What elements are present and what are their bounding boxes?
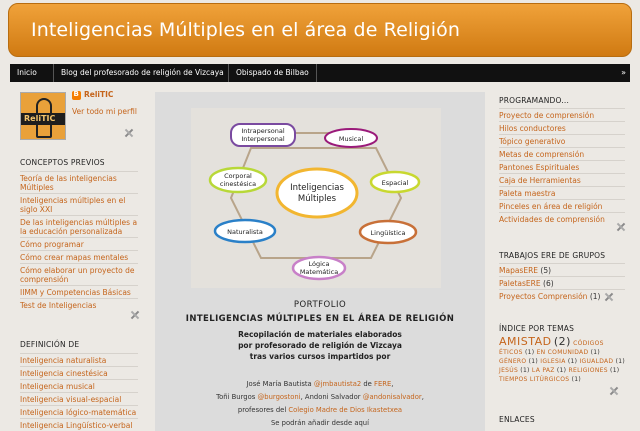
list-item[interactable]: De las inteligencias múltiples a la educ… [20, 215, 138, 237]
tag-en-comunidad[interactable]: EN COMUNIDAD [537, 349, 589, 356]
tag-cloud: AMISTAD (2) CÓDIGOS ÉTICOS (1) EN COMUNI… [499, 335, 625, 383]
blogger-icon [72, 90, 81, 100]
profile-logo[interactable]: ReliTIC [20, 92, 66, 140]
logo-text: ReliTIC [24, 114, 56, 123]
svg-text:Espacial: Espacial [382, 179, 409, 187]
list-item[interactable]: Inteligencia naturalista [20, 353, 138, 366]
fere-link[interactable]: FERE [374, 380, 391, 388]
list-item[interactable]: Inteligencia musical [20, 379, 138, 392]
node-espacial: Espacial [369, 170, 421, 194]
list-item[interactable]: Cómo elaborar un proyecto de comprensión [20, 263, 138, 285]
list-item[interactable]: Actividades de comprensión [499, 212, 625, 225]
svg-text:Múltiples: Múltiples [298, 194, 337, 204]
tag-jesus[interactable]: JESÚS [499, 367, 518, 374]
svg-text:Musical: Musical [339, 135, 363, 143]
svg-text:Inteligencias: Inteligencias [290, 183, 344, 193]
tag-tiempos-liturgicos[interactable]: TIEMPOS LITÚRGICOS [499, 376, 569, 383]
svg-text:Corporal: Corporal [224, 172, 252, 180]
section-title-enlaces: ENLACES [499, 415, 535, 424]
main-post: Intrapersonal Interpersonal Musical Corp… [155, 92, 485, 431]
blog-header: Inteligencias Múltiples en el área de Re… [8, 3, 632, 57]
blog-title[interactable]: Inteligencias Múltiples en el área de Re… [31, 19, 460, 41]
edit-tool-icon[interactable] [616, 222, 626, 232]
twitter-link[interactable]: @jmbautista2 [314, 380, 361, 388]
school-link[interactable]: Colegio Madre de Dios Ikastetxea [288, 406, 402, 414]
list-item[interactable]: Tópico generativo [499, 134, 625, 147]
svg-text:Naturalista: Naturalista [227, 228, 263, 236]
section-title-trabajos: TRABAJOS ERE DE GRUPOS [499, 251, 606, 260]
edit-tool-icon[interactable] [609, 386, 619, 396]
node-corporal: Corporal cinestésica [208, 166, 268, 194]
section-title-indice: ÍNDICE POR TEMAS [499, 324, 575, 333]
list-item[interactable]: Pantones Espirituales [499, 160, 625, 173]
tag-iglesia[interactable]: IGLESIA [540, 358, 565, 365]
view-profile-link[interactable]: Ver todo mi perfil [72, 107, 137, 116]
list-item[interactable]: Hilos conductores [499, 121, 625, 134]
tag-la-paz[interactable]: LA PAZ [532, 367, 555, 374]
list-item[interactable]: Test de Inteligencias [20, 298, 138, 311]
tag-genero[interactable]: GÉNERO [499, 358, 526, 365]
svg-text:Intrapersonal: Intrapersonal [241, 127, 285, 135]
tag-amistad[interactable]: AMISTAD [499, 335, 552, 348]
node-musical: Musical [324, 128, 378, 148]
svg-text:Lingüística: Lingüística [371, 229, 406, 237]
twitter-link[interactable]: @burgostoni [257, 393, 300, 401]
tab-obispado[interactable]: Obispado de Bilbao [229, 64, 317, 82]
programando-list: Proyecto de comprensión Hilos conductore… [499, 108, 625, 225]
list-item[interactable]: Pinceles en área de religión [499, 199, 625, 212]
post-credits: José María Bautista @jmbautista2 de FERE… [216, 380, 424, 427]
conceptos-list: Teoría de las inteligencias Múltiples In… [20, 171, 138, 311]
list-item[interactable]: Teoría de las inteligencias Múltiples [20, 171, 138, 193]
post-heading-portfolio: PORTFOLIO [293, 300, 347, 310]
list-item[interactable]: Inteligencia lógico-matemática [20, 405, 138, 418]
list-item[interactable]: Paleta maestra [499, 186, 625, 199]
section-title-definicion: DEFINICIÓN DE [20, 340, 80, 349]
svg-text:Interpersonal: Interpersonal [241, 135, 285, 143]
list-item[interactable]: Caja de Herramientas [499, 173, 625, 186]
svg-text:Lógica: Lógica [309, 260, 330, 268]
list-item[interactable]: MapasERE (5) [499, 263, 625, 276]
post-description: Recopilación de materiales elaborados po… [238, 330, 402, 361]
edit-tool-icon[interactable] [124, 128, 134, 138]
list-item[interactable]: Inteligencias múltiples en el siglo XXI [20, 193, 138, 215]
edit-tool-icon[interactable] [130, 310, 140, 320]
list-item[interactable]: Proyecto de comprensión [499, 108, 625, 121]
node-naturalista: Naturalista [213, 218, 277, 244]
edit-tool-icon[interactable] [604, 292, 614, 302]
list-item[interactable]: Inteligencia visual-espacial [20, 392, 138, 405]
definicion-list: Inteligencia naturalista Inteligencia ci… [20, 353, 138, 431]
more-tabs-icon[interactable]: » [621, 68, 626, 77]
intelligences-diagram[interactable]: Intrapersonal Interpersonal Musical Corp… [191, 108, 441, 288]
svg-text:cinestésica: cinestésica [220, 180, 256, 188]
node-intrapersonal: Intrapersonal Interpersonal [230, 123, 296, 147]
profile-name[interactable]: ReliTIC [84, 90, 113, 99]
list-item[interactable]: PaletasERE (6) [499, 276, 625, 289]
node-center: Inteligencias Múltiples [275, 167, 359, 219]
nav-bar: Inicio Blog del profesorado de religión … [10, 64, 630, 82]
post-heading-title: INTELIGENCIAS MÚLTIPLES EN EL ÁREA DE RE… [185, 314, 455, 324]
node-linguistica: Lingüística [358, 219, 418, 245]
node-logica: Lógica Matemática [291, 255, 347, 281]
list-item[interactable]: Cómo programar [20, 237, 138, 250]
svg-text:Matemática: Matemática [300, 268, 338, 276]
list-item[interactable]: Inteligencia Lingüístico-verbal [20, 418, 138, 431]
list-item[interactable]: Inteligencia cinestésica [20, 366, 138, 379]
list-item[interactable]: IIMM y Competencias Básicas [20, 285, 138, 298]
section-title-programando: PROGRAMANDO... [499, 96, 570, 105]
list-item[interactable]: Metas de comprensión [499, 147, 625, 160]
tab-blog-profesorado[interactable]: Blog del profesorado de religión de Vizc… [54, 64, 229, 82]
tab-inicio[interactable]: Inicio [10, 64, 54, 82]
tag-igualdad[interactable]: IGUALDAD [579, 358, 613, 365]
tag-religiones[interactable]: RELIGIONES [569, 367, 608, 374]
section-title-conceptos: CONCEPTOS PREVIOS [20, 158, 105, 167]
twitter-link[interactable]: @andonisalvador [363, 393, 422, 401]
list-item[interactable]: Cómo crear mapas mentales [20, 250, 138, 263]
